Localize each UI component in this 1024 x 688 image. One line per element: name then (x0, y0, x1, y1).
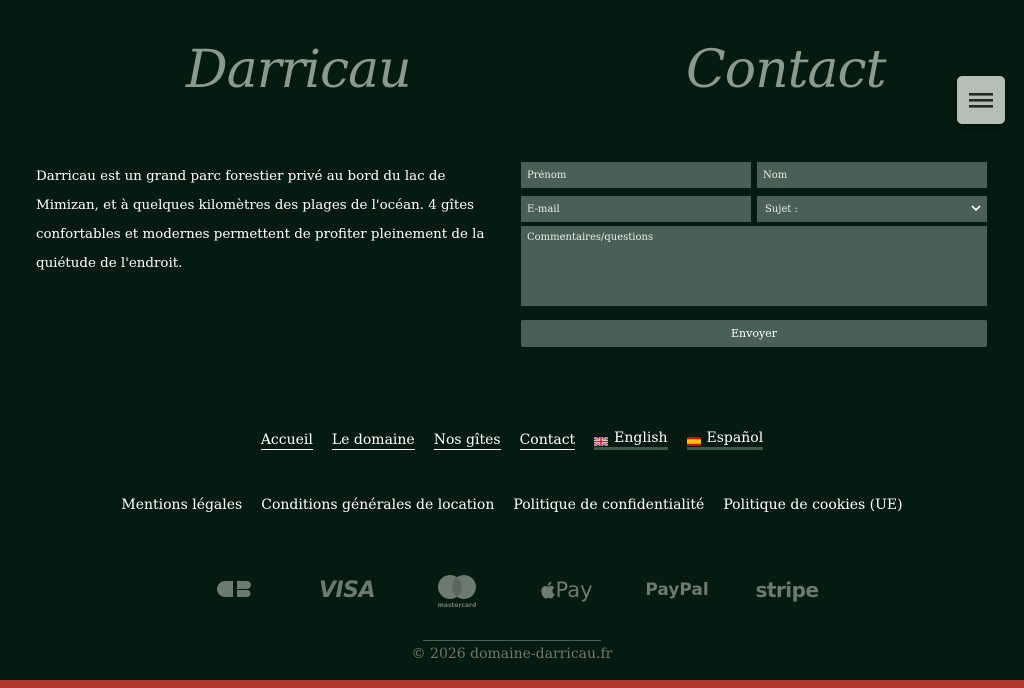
legal-mentions-link[interactable]: Mentions légales (121, 497, 242, 513)
comments-textarea[interactable] (521, 226, 987, 306)
visa-icon: VISA (318, 577, 376, 603)
nav-item-espanol[interactable]: Español (686, 430, 764, 450)
send-button[interactable]: Envoyer (521, 320, 987, 347)
contact-title: Contact (686, 40, 887, 100)
subject-select-value: Sujet : (765, 203, 798, 215)
nav-item-contact[interactable]: Contact (519, 430, 576, 450)
mastercard-icon: mastercard (402, 570, 512, 610)
mastercard-label: mastercard (438, 602, 477, 608)
subject-select[interactable]: Sujet : (757, 196, 987, 222)
email-input[interactable] (521, 196, 751, 222)
legal-cookies-link[interactable]: Politique de cookies (UE) (723, 497, 902, 513)
uk-flag-icon (593, 434, 609, 447)
nav-item-le-domaine[interactable]: Le domaine (331, 430, 415, 450)
nav-item-accueil[interactable]: Accueil (260, 430, 313, 450)
nav-item-nos-gites[interactable]: Nos gîtes (433, 430, 501, 450)
nav-item-english[interactable]: English (593, 430, 668, 450)
main-nav: Accueil Le domaine Nos gîtes Contact Eng… (0, 430, 1024, 450)
legal-links: Mentions légales Conditions générales de… (0, 497, 1024, 513)
lastname-input[interactable] (757, 162, 987, 188)
copyright-text: © 2026 domaine-darricau.fr (411, 646, 613, 662)
hamburger-icon (968, 90, 994, 110)
nav-item-english-label: English (614, 430, 668, 446)
legal-privacy-link[interactable]: Politique de confidentialité (513, 497, 704, 513)
brand-title: Darricau (186, 40, 412, 100)
chevron-down-icon (971, 204, 981, 215)
bottom-accent-bar (0, 680, 1024, 688)
payment-methods: VISA mastercard Pay PayPal stripe (0, 570, 1024, 610)
intro-text: Darricau est un grand parc forestier pri… (36, 169, 485, 271)
stripe-icon: stripe (755, 578, 819, 602)
footer-divider (423, 640, 601, 641)
firstname-input[interactable] (521, 162, 751, 188)
nav-item-espanol-label: Español (706, 430, 764, 446)
paypal-icon: PayPal (645, 580, 709, 600)
cb-icon (182, 570, 292, 610)
apple-pay-icon: Pay (512, 570, 622, 610)
legal-cgl-link[interactable]: Conditions générales de location (261, 497, 494, 513)
spain-flag-icon (686, 434, 701, 446)
apple-pay-label: Pay (555, 578, 593, 602)
hamburger-menu-button[interactable] (957, 76, 1005, 124)
